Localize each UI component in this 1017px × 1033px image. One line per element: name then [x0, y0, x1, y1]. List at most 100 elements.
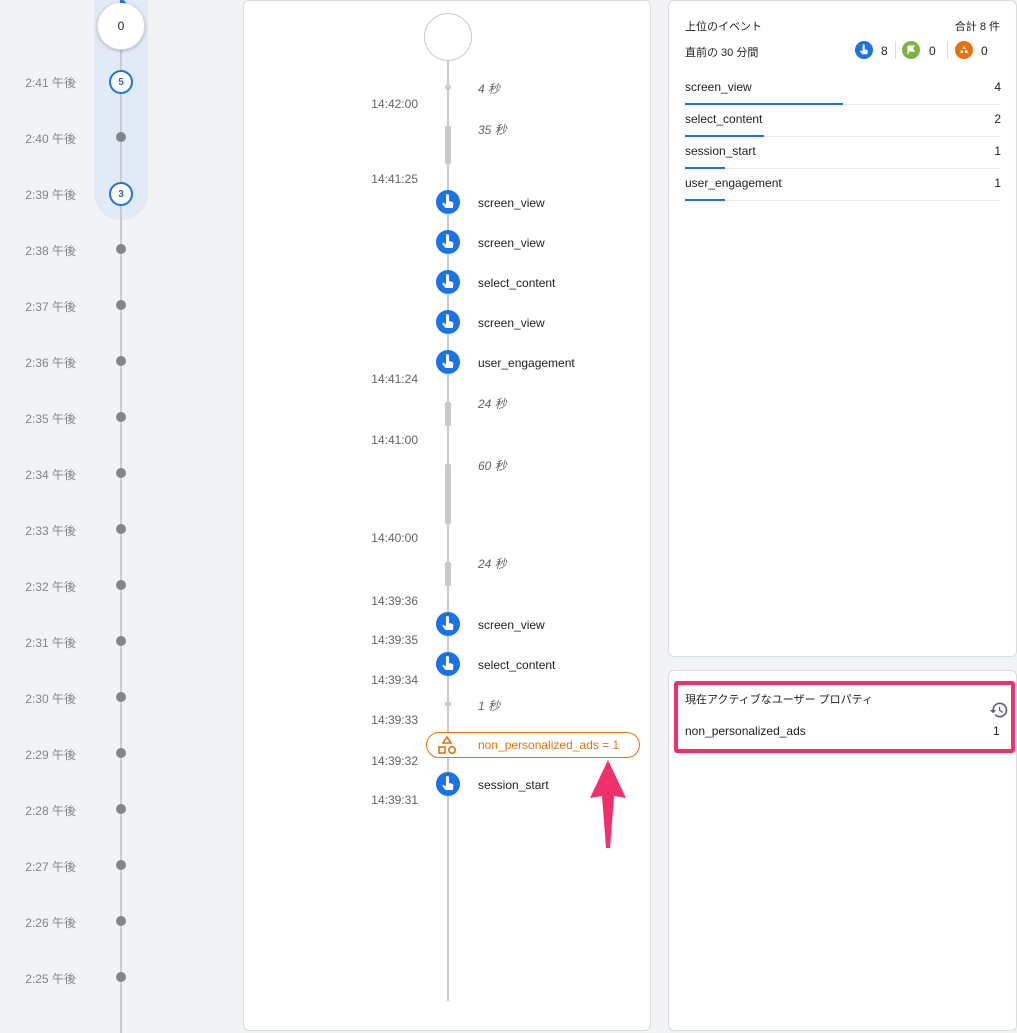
top-event-count: 1	[994, 176, 1001, 190]
gap-duration: 24 秒	[478, 397, 507, 411]
now-count-circle[interactable]: 0	[97, 2, 145, 50]
top-events-title: 上位のイベント	[685, 21, 762, 33]
minute-label: 2:41 午後	[25, 76, 76, 90]
touch-event-icon[interactable]	[436, 190, 460, 214]
gap-bar	[445, 125, 451, 165]
count-divider	[895, 41, 896, 59]
minute-dot[interactable]	[116, 972, 126, 982]
gap-duration: 24 秒	[478, 557, 507, 571]
timestamp: 14:39:34	[371, 673, 418, 687]
minute-dot[interactable]	[116, 916, 126, 926]
event-name[interactable]: select_content	[478, 276, 555, 290]
minute-label: 2:31 午後	[25, 636, 76, 650]
annotation-highlight-box	[674, 681, 1015, 753]
timestamp: 14:39:32	[371, 754, 418, 768]
minute-label: 2:29 午後	[25, 748, 76, 762]
gap-bar	[445, 561, 451, 587]
minute-dot[interactable]	[116, 524, 126, 534]
conversion-flag-icon	[902, 41, 920, 59]
minute-label: 2:39 午後	[25, 188, 76, 202]
top-events-card: 上位のイベント 合計 8 件 直前の 30 分間 8 0 0 screen_vi…	[668, 0, 1017, 657]
minute-event-count[interactable]: 3	[109, 182, 133, 206]
time-range-label: 直前の 30 分間	[685, 47, 759, 59]
minute-dot[interactable]	[116, 580, 126, 590]
minute-label: 2:37 午後	[25, 300, 76, 314]
top-event-row[interactable]: select_content 2	[685, 105, 1001, 137]
top-events-total: 合計 8 件	[954, 21, 1000, 33]
touch-event-icon[interactable]	[436, 310, 460, 334]
minute-dot[interactable]	[116, 860, 126, 870]
minute-dot[interactable]	[116, 692, 126, 702]
event-name[interactable]: screen_view	[478, 316, 545, 330]
touch-event-icon[interactable]	[436, 612, 460, 636]
top-event-count: 4	[994, 80, 1001, 94]
user-property-icon	[438, 736, 457, 755]
minute-label: 2:35 午後	[25, 412, 76, 426]
event-stream-card: 14:42:00 14:41:25 14:41:24 14:41:00 14:4…	[243, 0, 651, 1031]
gap-duration: 35 秒	[478, 123, 507, 137]
touch-event-icon[interactable]	[436, 772, 460, 796]
top-event-name: screen_view	[685, 80, 752, 94]
user-property-count: 0	[981, 44, 988, 58]
top-event-row[interactable]: session_start 1	[685, 137, 1001, 169]
minute-dot[interactable]	[116, 468, 126, 478]
minute-label: 2:25 午後	[25, 972, 76, 986]
now-count: 0	[117, 19, 125, 33]
minute-dot[interactable]	[116, 244, 126, 254]
timestamp: 14:40:00	[371, 531, 418, 545]
top-event-name: user_engagement	[685, 176, 782, 190]
timestamp: 14:39:33	[371, 713, 418, 727]
gap-duration: 60 秒	[478, 459, 507, 473]
minute-dot[interactable]	[116, 132, 126, 142]
event-name[interactable]: screen_view	[478, 236, 545, 250]
top-event-row[interactable]: user_engagement 1	[685, 169, 1001, 201]
minute-label: 2:30 午後	[25, 692, 76, 706]
event-name[interactable]: select_content	[478, 658, 555, 672]
user-property-change-pill[interactable]: non_personalized_ads = 1	[426, 732, 640, 758]
now-progress-arc	[120, 0, 126, 4]
minute-dot[interactable]	[116, 300, 126, 310]
minute-dot[interactable]	[116, 356, 126, 366]
annotation-arrow-icon	[590, 760, 626, 848]
touch-event-icon[interactable]	[436, 350, 460, 374]
minute-label: 2:40 午後	[25, 132, 76, 146]
timestamp: 14:39:36	[371, 594, 418, 608]
minute-label: 2:26 午後	[25, 916, 76, 930]
timestamp: 14:41:24	[371, 372, 418, 386]
event-name[interactable]: user_engagement	[478, 356, 575, 370]
top-event-name: session_start	[685, 144, 756, 158]
minute-label: 2:27 午後	[25, 860, 76, 874]
top-event-share-bar	[685, 199, 725, 201]
top-event-count: 1	[994, 144, 1001, 158]
gap-marker	[445, 701, 451, 707]
minute-dot[interactable]	[116, 412, 126, 422]
timestamp: 14:39:35	[371, 633, 418, 647]
event-count-icon	[855, 41, 873, 59]
minute-dot[interactable]	[116, 748, 126, 758]
minute-event-count[interactable]: 5	[109, 70, 133, 94]
top-event-name: select_content	[685, 112, 763, 126]
minute-label: 2:34 午後	[25, 468, 76, 482]
event-name[interactable]: screen_view	[478, 618, 545, 632]
event-name[interactable]: screen_view	[478, 196, 545, 210]
stream-start-circle	[424, 13, 472, 61]
top-event-row[interactable]: screen_view 4	[685, 73, 1001, 105]
touch-event-icon[interactable]	[436, 652, 460, 676]
minute-dot[interactable]	[116, 636, 126, 646]
minute-label: 2:36 午後	[25, 356, 76, 370]
user-property-change-text: non_personalized_ads = 1	[478, 738, 620, 752]
gap-duration: 4 秒	[478, 82, 501, 96]
active-user-properties-card: 現在アクティブなユーザー プロパティ non_personalized_ads …	[668, 670, 1017, 1031]
conversion-count: 0	[929, 44, 936, 58]
timestamp: 14:39:31	[371, 793, 418, 807]
event-count: 8	[881, 44, 888, 58]
event-name[interactable]: session_start	[478, 778, 549, 792]
minute-dot[interactable]	[116, 804, 126, 814]
touch-event-icon[interactable]	[436, 230, 460, 254]
minute-label: 2:28 午後	[25, 804, 76, 818]
touch-event-icon[interactable]	[436, 270, 460, 294]
minute-label: 2:38 午後	[25, 244, 76, 258]
top-event-count: 2	[994, 112, 1001, 126]
timestamp: 14:42:00	[371, 97, 418, 111]
minute-timeline-axis	[120, 0, 122, 1033]
